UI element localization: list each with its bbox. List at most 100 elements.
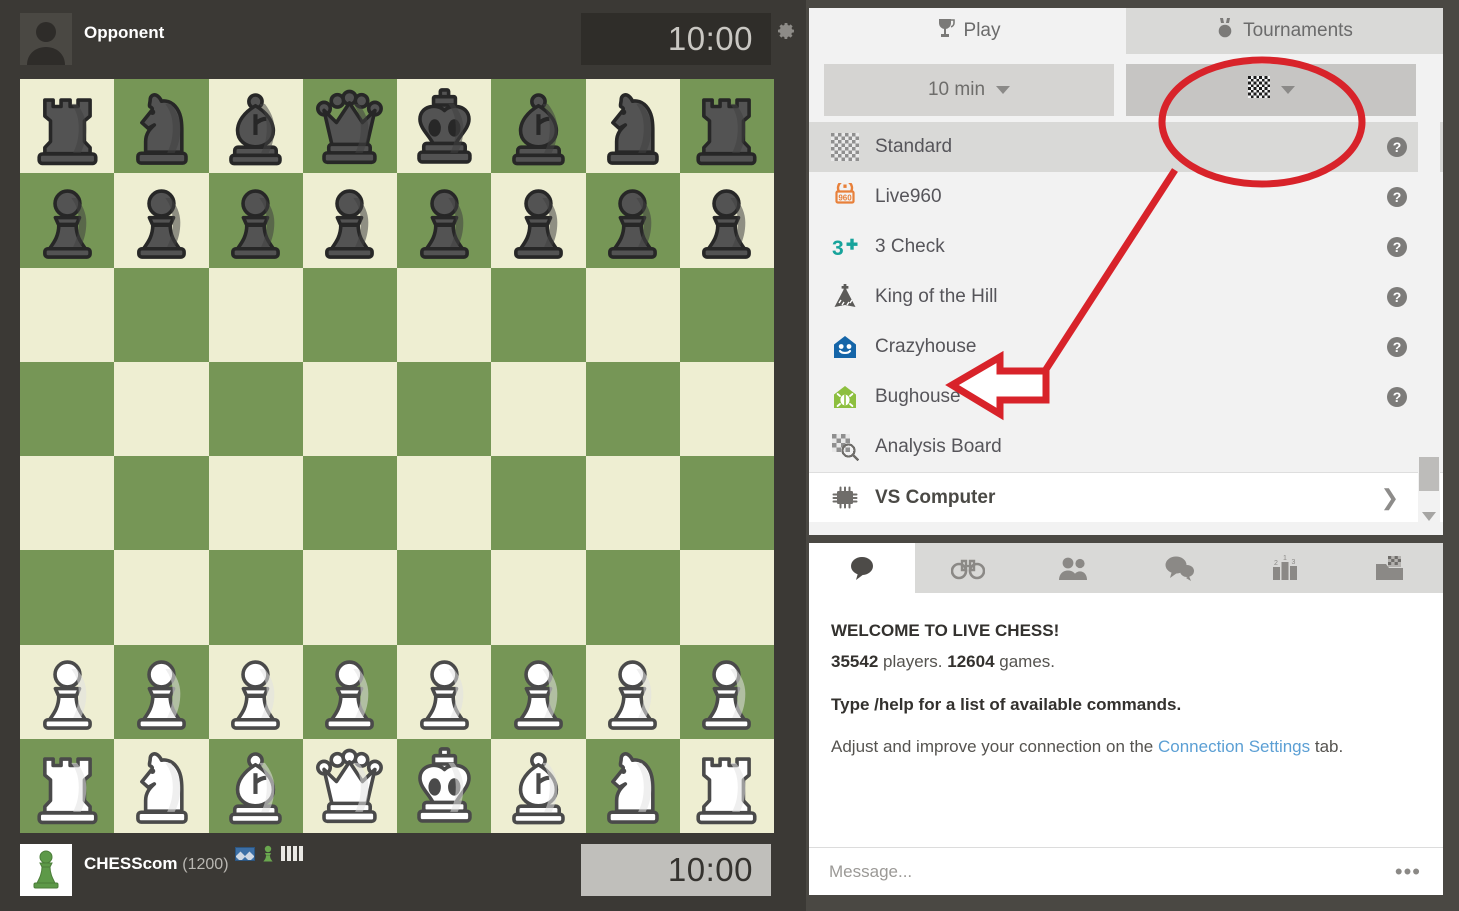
piece-black-knight[interactable] (120, 85, 203, 168)
help-icon[interactable]: ? (1387, 187, 1407, 207)
board-square[interactable] (208, 644, 303, 739)
board-square[interactable] (585, 738, 680, 833)
board-square[interactable] (491, 550, 586, 645)
piece-black-pawn[interactable] (308, 179, 391, 262)
board-square[interactable] (585, 361, 680, 456)
ellipsis-icon[interactable]: ••• (1395, 860, 1443, 882)
board-square[interactable] (397, 550, 492, 645)
piece-white-rook[interactable] (26, 744, 109, 827)
piece-white-pawn[interactable] (497, 650, 580, 733)
board-square[interactable] (20, 173, 115, 268)
board-square[interactable] (679, 79, 774, 174)
board-square[interactable] (679, 361, 774, 456)
chat-tab-chat[interactable] (809, 543, 915, 593)
opponent-avatar[interactable] (20, 13, 72, 65)
time-control-button[interactable]: 10 min (824, 64, 1114, 116)
tab-tournaments[interactable]: Tournaments (1126, 8, 1443, 54)
variant-select-button[interactable] (1126, 64, 1416, 116)
board-square[interactable] (397, 456, 492, 551)
variant-row-live960[interactable]: 960 Live960? (809, 172, 1443, 222)
variant-row-king-of-the-hill[interactable]: King of the Hill? (809, 272, 1443, 322)
piece-white-bishop[interactable] (214, 744, 297, 827)
board-square[interactable] (208, 550, 303, 645)
board-square[interactable] (114, 267, 209, 362)
board-square[interactable] (208, 173, 303, 268)
board-square[interactable] (114, 456, 209, 551)
help-icon[interactable]: ? (1387, 237, 1407, 257)
piece-black-pawn[interactable] (120, 179, 203, 262)
board-square[interactable] (20, 267, 115, 362)
board-square[interactable] (679, 550, 774, 645)
variant-dropdown-list[interactable]: Standard? 960 Live960? 3 3 Check? King of… (809, 122, 1443, 535)
connection-settings-link[interactable]: Connection Settings (1158, 737, 1310, 756)
board-square[interactable] (585, 456, 680, 551)
piece-black-pawn[interactable] (685, 179, 768, 262)
board-square[interactable] (679, 738, 774, 833)
board-square[interactable] (302, 173, 397, 268)
board-square[interactable] (114, 644, 209, 739)
piece-black-rook[interactable] (26, 85, 109, 168)
piece-white-knight[interactable] (120, 744, 203, 827)
chat-tab-messages[interactable] (1126, 543, 1232, 593)
piece-black-king[interactable] (403, 85, 486, 168)
chessboard[interactable] (20, 79, 774, 833)
board-square[interactable] (679, 456, 774, 551)
variant-row-standard[interactable]: Standard? (809, 122, 1443, 172)
board-square[interactable] (20, 361, 115, 456)
piece-white-bishop[interactable] (497, 744, 580, 827)
variant-row-analysis-board[interactable]: Analysis Board (809, 422, 1443, 472)
piece-white-pawn[interactable] (403, 650, 486, 733)
gear-icon[interactable] (776, 21, 796, 41)
board-square[interactable] (585, 79, 680, 174)
board-square[interactable] (302, 550, 397, 645)
board-square[interactable] (397, 79, 492, 174)
message-input[interactable] (809, 861, 1395, 882)
piece-white-pawn[interactable] (214, 650, 297, 733)
piece-black-knight[interactable] (591, 85, 674, 168)
variant-list-scrollbar[interactable] (1418, 122, 1440, 535)
board-square[interactable] (20, 550, 115, 645)
board-square[interactable] (20, 79, 115, 174)
board-square[interactable] (679, 644, 774, 739)
board-square[interactable] (208, 79, 303, 174)
help-icon[interactable]: ? (1387, 137, 1407, 157)
chat-tab-leaderboard[interactable]: 2 1 3 (1232, 543, 1338, 593)
board-square[interactable] (491, 173, 586, 268)
board-square[interactable] (302, 267, 397, 362)
board-square[interactable] (397, 738, 492, 833)
board-square[interactable] (114, 173, 209, 268)
variant-row-crazyhouse[interactable]: Crazyhouse? (809, 322, 1443, 372)
board-square[interactable] (208, 456, 303, 551)
piece-white-queen[interactable] (308, 744, 391, 827)
piece-black-pawn[interactable] (214, 179, 297, 262)
board-square[interactable] (491, 361, 586, 456)
board-square[interactable] (20, 456, 115, 551)
board-square[interactable] (585, 173, 680, 268)
board-square[interactable] (491, 456, 586, 551)
chevron-right-icon[interactable]: ❯ (1381, 485, 1399, 511)
board-square[interactable] (491, 267, 586, 362)
board-square[interactable] (491, 644, 586, 739)
board-square[interactable] (302, 456, 397, 551)
board-square[interactable] (302, 361, 397, 456)
board-square[interactable] (208, 267, 303, 362)
board-square[interactable] (208, 361, 303, 456)
board-square[interactable] (397, 361, 492, 456)
piece-black-pawn[interactable] (26, 179, 109, 262)
board-square[interactable] (208, 738, 303, 833)
piece-black-pawn[interactable] (497, 179, 580, 262)
self-avatar[interactable] (20, 844, 72, 896)
piece-black-pawn[interactable] (591, 179, 674, 262)
piece-white-rook[interactable] (685, 744, 768, 827)
variant-row-bughouse[interactable]: Bughouse? (809, 372, 1443, 422)
board-square[interactable] (491, 738, 586, 833)
board-square[interactable] (585, 267, 680, 362)
piece-white-pawn[interactable] (685, 650, 768, 733)
board-square[interactable] (397, 173, 492, 268)
board-square[interactable] (20, 738, 115, 833)
piece-black-queen[interactable] (308, 85, 391, 168)
chat-tab-archive[interactable] (1337, 543, 1443, 593)
board-square[interactable] (20, 644, 115, 739)
piece-white-pawn[interactable] (120, 650, 203, 733)
board-square[interactable] (679, 267, 774, 362)
